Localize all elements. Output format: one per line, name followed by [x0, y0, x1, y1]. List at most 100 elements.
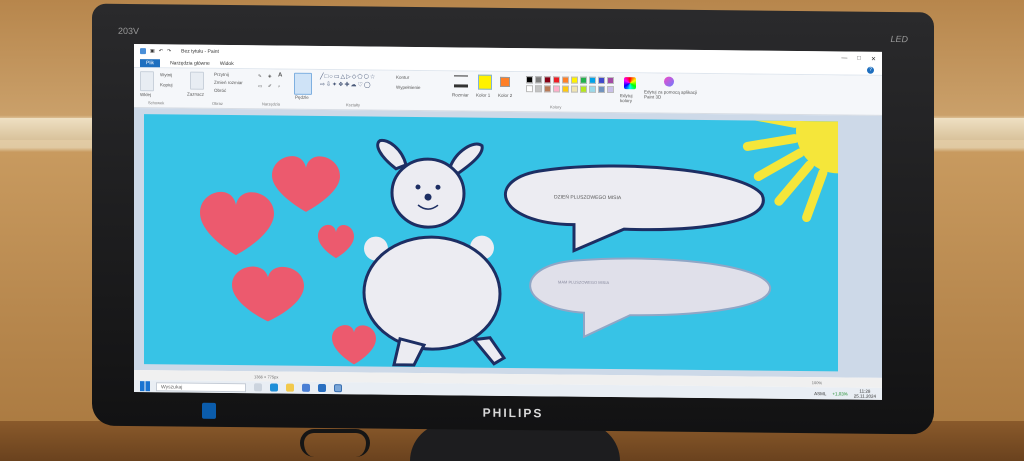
edge-icon[interactable] [270, 383, 278, 392]
bear-left-foot [392, 336, 427, 367]
ticker-name[interactable]: ASML [814, 391, 826, 396]
color-swatch[interactable] [535, 85, 542, 93]
crop-button[interactable]: Przytnij [214, 72, 229, 77]
store-icon[interactable] [302, 383, 310, 392]
color-swatch[interactable] [544, 85, 551, 93]
text-icon[interactable]: A [278, 73, 282, 79]
undo-icon[interactable]: ↶ [159, 48, 163, 54]
maximize-button[interactable]: □ [857, 55, 861, 62]
group-tools: Narzędzia [262, 101, 281, 107]
pencil-icon[interactable]: ✎ [258, 73, 262, 79]
paint3d-icon[interactable] [664, 76, 674, 87]
menu-home[interactable]: Narzędzia główne [170, 60, 210, 66]
clock[interactable]: 11:28 25.11.2024 [854, 389, 876, 399]
minimize-button[interactable]: — [841, 55, 847, 62]
sun-ray [742, 114, 800, 128]
group-colors: Kolory [550, 104, 562, 110]
color-swatch[interactable] [580, 85, 587, 93]
color-swatch[interactable] [607, 76, 614, 85]
edit-colors-button[interactable]: Edytuj kolory [620, 93, 644, 103]
select-button[interactable] [190, 71, 204, 90]
color-swatch[interactable] [535, 76, 542, 84]
color1-swatch[interactable] [478, 74, 492, 90]
fill-icon[interactable]: ◈ [268, 73, 271, 79]
heart [318, 224, 354, 259]
taskbar-search[interactable]: Wyszukaj [156, 381, 246, 392]
outline-button[interactable]: Kontur [396, 75, 409, 80]
sun-ray [742, 134, 800, 151]
color-swatch[interactable] [589, 85, 596, 93]
windows-start-icon[interactable] [140, 381, 150, 392]
color-palette[interactable] [526, 76, 614, 94]
close-button[interactable]: ✕ [871, 55, 876, 62]
group-clipboard: Schowek [148, 100, 165, 106]
canvas-size: 1366 × 775px [254, 373, 279, 380]
group-shapes: Kształty [346, 102, 361, 108]
color1-label: Kolor 1 [476, 92, 491, 98]
heart [232, 266, 304, 322]
drawing [200, 114, 838, 367]
monitor-model: 203V [118, 25, 140, 37]
system-tray: ASML +1,03% 11:28 25.11.2024 [814, 388, 882, 399]
explorer-icon[interactable] [286, 383, 294, 392]
color-swatch[interactable] [526, 85, 533, 93]
rotate-button[interactable]: Obróć [214, 88, 226, 93]
size-label: Rozmiar [452, 92, 469, 98]
color2-label: Kolor 2 [498, 92, 513, 98]
sun-ray [802, 168, 828, 223]
copy-button[interactable]: Kopiuj [160, 82, 173, 87]
bear-left-ear [376, 138, 408, 171]
paste-button[interactable] [140, 71, 154, 92]
picker-icon[interactable]: ✐ [268, 83, 272, 89]
menu-view[interactable]: Widok [220, 60, 234, 66]
shapes-gallery[interactable]: ╱□○▭△▷◇⬠⬡☆ ⇨⇩✦❖✚☁♡◯ [320, 73, 386, 98]
color-swatch[interactable] [571, 85, 578, 93]
fill-button[interactable]: Wypełnienie [396, 85, 420, 90]
color-swatch[interactable] [553, 76, 560, 84]
edit-colors-icon[interactable] [624, 77, 636, 90]
window-title: Bez tytułu - Paint [181, 48, 219, 55]
monitor-brand: PHILIPS [482, 405, 544, 421]
task-view-icon[interactable] [254, 383, 262, 392]
bubble1-text: DZIEŃ PLUSZOWEGO MISIA [554, 194, 622, 202]
paint3d-button[interactable]: Edytuj za pomocą aplikacji Paint 3D [644, 89, 700, 100]
color-swatch[interactable] [526, 76, 533, 84]
canvas-workspace: DZIEŃ PLUSZOWEGO MISIA MAM PLUSZOWEGO MI… [134, 108, 882, 378]
help-icon[interactable]: ? [867, 66, 874, 74]
color-swatch[interactable] [553, 85, 560, 93]
monitor-type: LED [890, 33, 908, 45]
heart [332, 325, 376, 365]
color2-swatch[interactable] [500, 76, 510, 87]
speech-bubble-1 [503, 164, 765, 253]
color-swatch[interactable] [589, 76, 596, 84]
drawing-canvas[interactable]: DZIEŃ PLUSZOWEGO MISIA MAM PLUSZOWEGO MI… [144, 114, 838, 372]
heart [272, 156, 340, 212]
redo-icon[interactable]: ↷ [167, 48, 171, 54]
bubble2-text: MAM PLUSZOWEGO MISIA [558, 279, 610, 286]
teddy-bear [362, 138, 507, 367]
zoom-level: 100% [811, 379, 822, 385]
bear-body [362, 235, 502, 351]
eraser-icon[interactable]: ▭ [258, 83, 262, 89]
screen: ▣ ↶ ↷ Bez tytułu - Paint — □ ✕ Plik Narz… [134, 44, 882, 400]
menu-file[interactable]: Plik [140, 58, 161, 67]
color-swatch[interactable] [580, 76, 587, 84]
sun-ray [753, 148, 805, 182]
color-swatch[interactable] [598, 76, 605, 84]
save-icon[interactable]: ▣ [150, 48, 155, 54]
mail-icon[interactable] [318, 383, 326, 393]
size-icon[interactable] [454, 75, 468, 88]
color-swatch[interactable] [598, 85, 605, 93]
color-swatch[interactable] [571, 76, 578, 84]
ticker-change: +1,03% [832, 390, 848, 397]
cut-button[interactable]: Wytnij [160, 72, 172, 77]
color-swatch[interactable] [544, 76, 551, 84]
sun-ray [774, 160, 815, 206]
color-swatch[interactable] [607, 85, 614, 94]
color-swatch[interactable] [562, 76, 569, 84]
resize-button[interactable]: Zmień rozmiar [214, 80, 243, 85]
brushes-button[interactable] [294, 72, 312, 95]
color-swatch[interactable] [562, 85, 569, 93]
magnifier-icon[interactable]: ⌕ [278, 84, 281, 89]
paint-task-icon[interactable] [334, 384, 342, 393]
